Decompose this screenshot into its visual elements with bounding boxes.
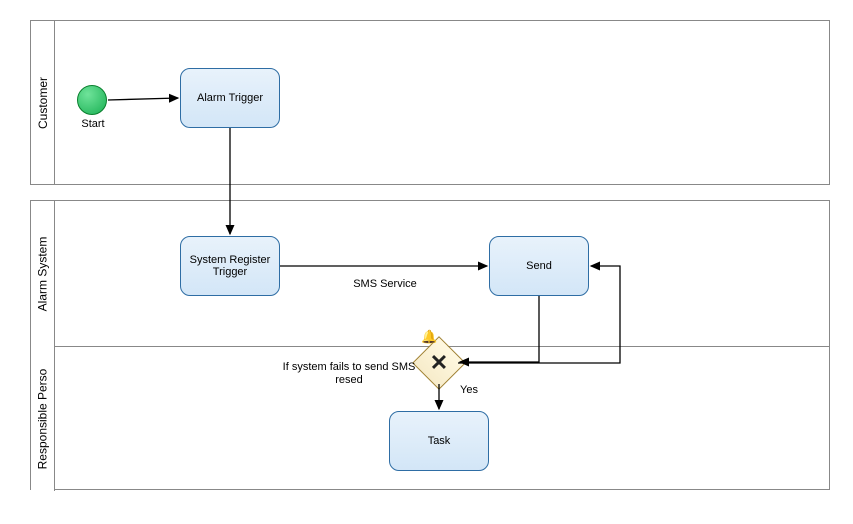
lane-label-text: Responsible Perso [36, 368, 50, 469]
task-task[interactable]: Task [389, 411, 489, 471]
lane-label-responsible: Responsible Perso [31, 346, 55, 491]
edge-label-fail-resend: If system fails to send SMS resed [268, 361, 430, 387]
lane-label-customer: Customer [31, 21, 55, 184]
start-event[interactable] [77, 85, 107, 115]
lane-label-alarm: Alarm System [31, 201, 55, 346]
edge-label-sms-service: SMS Service [335, 278, 435, 291]
task-label: Task [428, 435, 451, 447]
task-system-register-trigger[interactable]: System Register Trigger [180, 236, 280, 296]
diagram-canvas: Customer Alarm System Responsible Perso … [0, 0, 853, 524]
task-label: Alarm Trigger [197, 92, 263, 104]
task-label: System Register Trigger [185, 254, 275, 278]
bell-icon: 🔔 [421, 329, 437, 345]
pool-customer: Customer [30, 20, 830, 185]
task-alarm-trigger[interactable]: Alarm Trigger [180, 68, 280, 128]
start-event-label: Start [80, 118, 106, 130]
task-send[interactable]: Send [489, 236, 589, 296]
lane-label-text: Alarm System [36, 236, 50, 311]
lane-label-text: Customer [36, 76, 50, 128]
edge-label-yes: Yes [460, 384, 490, 397]
task-label: Send [526, 260, 552, 272]
